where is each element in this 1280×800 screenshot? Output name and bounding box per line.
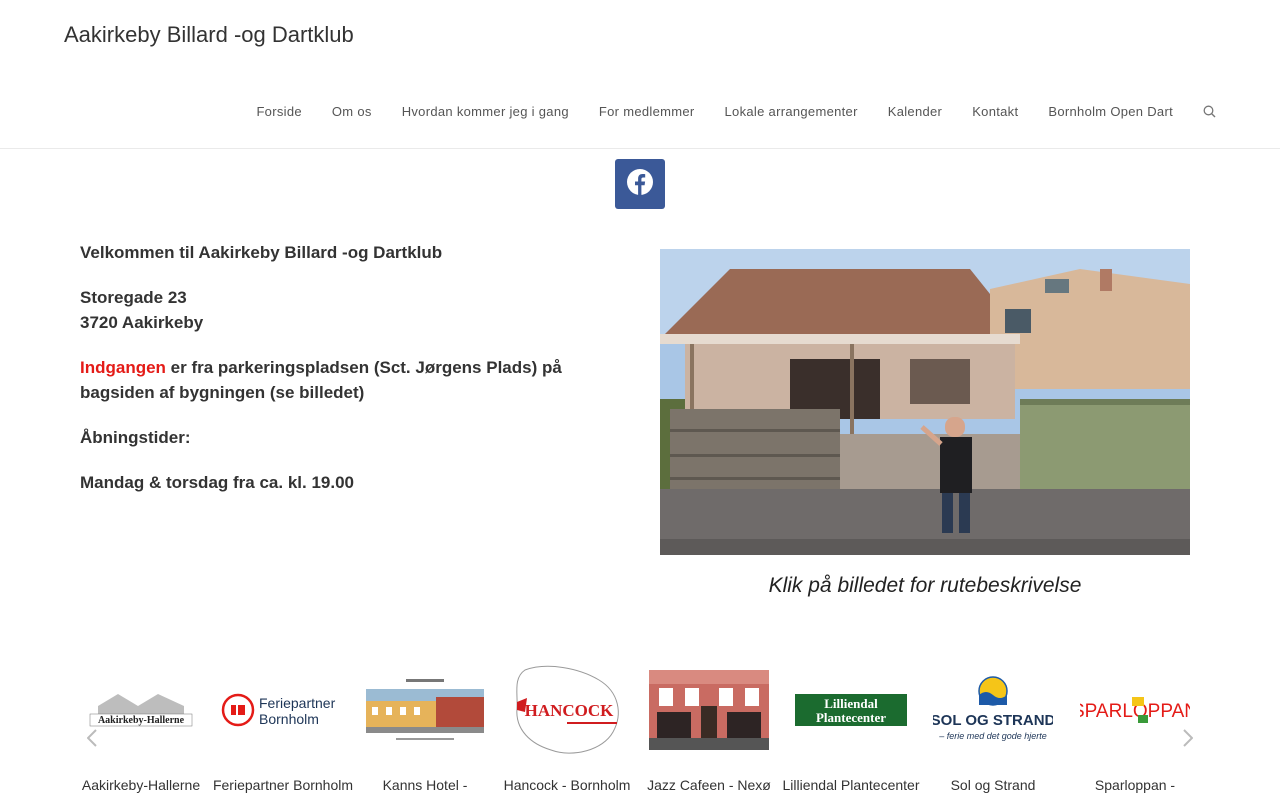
svg-text:Lilliendal: Lilliendal (824, 696, 878, 711)
sponsor-name: Kanns Hotel - (382, 777, 468, 793)
address-street: Storegade 23 (80, 288, 187, 307)
photo-caption: Klik på billedet for rutebeskrivelse (768, 574, 1082, 597)
sponsor-item[interactable]: Lilliendal Plantecenter Lilliendal Plant… (780, 655, 922, 793)
sponsor-logo-feriepartner: Feriepartner Bornholm (212, 655, 354, 765)
hours-text: Mandag & torsdag fra ca. kl. 19.00 (80, 473, 354, 492)
sponsor-logo-jazz-cafeen (638, 655, 780, 765)
nav-item-forside[interactable]: Forside (241, 104, 316, 119)
hours-label: Åbningstider: (80, 428, 191, 447)
intro-text: Velkommen til Aakirkeby Billard -og Dart… (80, 240, 620, 515)
sponsor-name: Sparloppan - (1094, 777, 1176, 793)
svg-text:– ferie med det gode hjerte: – ferie med det gode hjerte (938, 731, 1047, 741)
sponsor-item[interactable]: Kanns Hotel - (354, 655, 496, 793)
sponsor-name: Sol og Strand (950, 777, 1036, 793)
sponsor-item[interactable]: Jazz Cafeen - Nexø (638, 655, 780, 793)
building-photo[interactable] (660, 249, 1190, 555)
svg-text:Feriepartner: Feriepartner (259, 695, 336, 711)
nav-item-om-os[interactable]: Om os (317, 104, 387, 119)
site-header: Aakirkeby Billard -og Dartklub Forside O… (0, 0, 1280, 149)
entrance-info: Indgangen er fra parkeringspladsen (Sct.… (80, 355, 620, 405)
sponsor-item[interactable]: HANCOCK Hancock - Bornholm (496, 655, 638, 793)
sponsor-item[interactable]: SOL OG STRAND – ferie med det gode hjert… (922, 655, 1064, 793)
sponsor-name: Jazz Cafeen - Nexø (647, 777, 771, 793)
sponsor-logo-aakirkeby-hallerne: Aakirkeby-Hallerne (70, 655, 212, 765)
search-icon[interactable] (1188, 105, 1216, 118)
site-title[interactable]: Aakirkeby Billard -og Dartklub (64, 22, 354, 48)
sponsor-logo-sol-og-strand: SOL OG STRAND – ferie med det gode hjert… (922, 655, 1064, 765)
sponsor-carousel: Aakirkeby-Hallerne Aakirkeby-Hallerne Fe… (70, 655, 1210, 800)
sponsor-name: Aakirkeby-Hallerne (81, 777, 201, 793)
facebook-icon (627, 168, 653, 200)
svg-text:Plantecenter: Plantecenter (816, 710, 886, 725)
entrance-highlight: Indgangen (80, 358, 166, 377)
svg-text:SOL OG STRAND: SOL OG STRAND (933, 712, 1053, 729)
nav-item-lokale-arrangementer[interactable]: Lokale arrangementer (710, 104, 873, 119)
svg-text:HANCOCK: HANCOCK (525, 701, 615, 720)
sponsor-logo-sparloppan: SPARLOPPAN (1064, 655, 1206, 765)
svg-text:Aakirkeby-Hallerne: Aakirkeby-Hallerne (98, 715, 185, 726)
sponsor-item[interactable]: SPARLOPPAN Sparloppan - (1064, 655, 1206, 793)
main-nav: Forside Om os Hvordan kommer jeg i gang … (241, 100, 1216, 122)
nav-item-kontakt[interactable]: Kontakt (957, 104, 1033, 119)
sponsor-logo-kanns-hotel (354, 655, 496, 765)
nav-item-hvordan-kommer-jeg-i-gang[interactable]: Hvordan kommer jeg i gang (387, 104, 584, 119)
sponsor-logo-hancock: HANCOCK (496, 655, 638, 765)
svg-text:Bornholm: Bornholm (259, 711, 319, 727)
welcome-heading: Velkommen til Aakirkeby Billard -og Dart… (80, 243, 443, 262)
sponsor-logo-lilliendal: Lilliendal Plantecenter (780, 655, 922, 765)
nav-item-kalender[interactable]: Kalender (873, 104, 957, 119)
facebook-button[interactable] (615, 159, 665, 209)
sponsor-name: Hancock - Bornholm (503, 777, 631, 793)
nav-item-bornholm-open-dart[interactable]: Bornholm Open Dart (1033, 104, 1188, 119)
address-city: 3720 Aakirkeby (80, 313, 204, 332)
address: Storegade 23 3720 Aakirkeby (80, 285, 620, 335)
nav-item-for-medlemmer[interactable]: For medlemmer (584, 104, 710, 119)
sponsor-item[interactable]: Aakirkeby-Hallerne Aakirkeby-Hallerne (70, 655, 212, 793)
sponsor-item[interactable]: Feriepartner Bornholm Feriepartner Bornh… (212, 655, 354, 793)
sponsor-name: Lilliendal Plantecenter (782, 777, 920, 793)
sponsor-name: Feriepartner Bornholm (212, 777, 354, 793)
